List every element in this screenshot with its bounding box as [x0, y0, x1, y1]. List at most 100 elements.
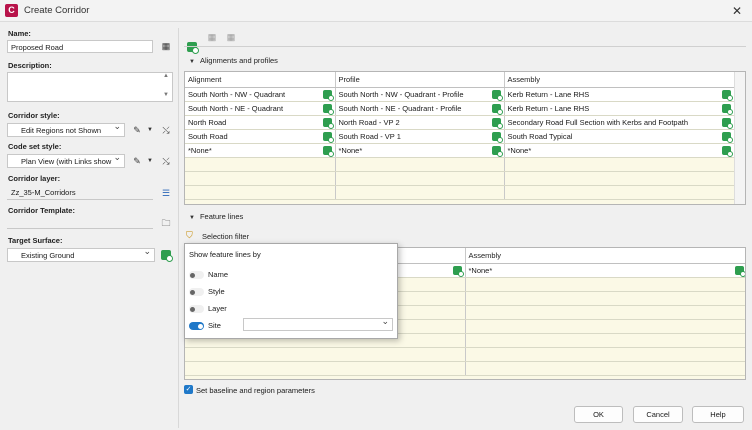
popup-title: Show feature lines by: [189, 250, 261, 259]
show-feature-lines-popup: Show feature lines by Name Style Layer S…: [184, 243, 398, 339]
alignment-cell[interactable]: South North - NW - Quadrant: [185, 87, 336, 102]
profile-cell[interactable]: South Road - VP 1: [335, 129, 505, 144]
panel-separator: [178, 28, 179, 428]
target-surface-label: Target Surface:: [8, 236, 63, 245]
cancel-button[interactable]: Cancel: [633, 406, 683, 423]
close-icon[interactable]: ✕: [728, 3, 746, 19]
pick-fl-assembly-icon[interactable]: [734, 265, 745, 276]
title-bar: [0, 0, 752, 22]
column-header-fl-assembly[interactable]: Assembly: [465, 248, 745, 264]
site-select[interactable]: [243, 318, 393, 331]
description-scroll-down-icon[interactable]: ▼: [163, 92, 169, 98]
radio-style[interactable]: [189, 288, 204, 297]
pick-alignment-icon[interactable]: [322, 103, 334, 114]
layer-icon[interactable]: ☰: [159, 186, 173, 200]
alignments-scrollbar[interactable]: [734, 72, 745, 204]
pick-surface-icon[interactable]: [161, 250, 173, 262]
alignment-cell[interactable]: South Road: [185, 129, 336, 144]
radio-layer[interactable]: [189, 305, 204, 314]
target-surface-select[interactable]: Existing Ground: [7, 248, 155, 262]
assembly-cell[interactable]: Kerb Return - Lane RHS: [504, 101, 735, 116]
pick-feature-line-icon[interactable]: [452, 265, 464, 276]
corridor-layer-value: Zz_35-M_Corridors: [11, 188, 76, 197]
edit-code-set-icon[interactable]: ✎: [130, 154, 144, 168]
option-layer[interactable]: Layer: [189, 304, 227, 314]
profile-cell[interactable]: North Road - VP 2: [335, 115, 505, 130]
profile-cell[interactable]: South North - NW - Quadrant - Profile: [335, 87, 505, 102]
code-set-style-value: Plan View (with Links show: [21, 157, 112, 166]
help-button[interactable]: Help: [692, 406, 744, 423]
pick-alignment-icon[interactable]: [322, 117, 334, 128]
selection-filter-label[interactable]: Selection filter: [202, 232, 249, 241]
pick-profile-icon[interactable]: [491, 103, 503, 114]
profile-cell[interactable]: South North - NE - Quadrant - Profile: [335, 101, 505, 116]
pick-assembly-icon[interactable]: [721, 117, 733, 128]
description-label: Description:: [8, 61, 52, 70]
alignment-cell[interactable]: *None*: [185, 143, 336, 158]
alignments-grid: Alignment Profile Assembly South North -…: [184, 71, 746, 205]
option-site[interactable]: Site: [189, 321, 221, 331]
pick-profile-icon[interactable]: [491, 131, 503, 142]
add-baseline-icon[interactable]: [187, 42, 199, 54]
pick-code-set-icon[interactable]: ⤯: [159, 154, 173, 168]
description-input[interactable]: [7, 72, 173, 102]
alignments-section-header[interactable]: ▼ Alignments and profiles: [189, 56, 278, 65]
assembly-cell[interactable]: Secondary Road Full Section with Kerbs a…: [504, 115, 735, 130]
corridor-style-select[interactable]: Edit Regions not Shown: [7, 123, 125, 137]
corridor-template-label: Corridor Template:: [8, 206, 75, 215]
edit-style-icon[interactable]: ✎: [130, 123, 144, 137]
folder-icon[interactable]: 🗀: [159, 216, 173, 230]
pick-profile-icon[interactable]: [491, 145, 503, 156]
column-header-profile[interactable]: Profile: [335, 72, 505, 88]
code-set-style-select[interactable]: Plan View (with Links show: [7, 154, 125, 168]
radio-name[interactable]: [189, 271, 204, 280]
corridor-layer-label: Corridor layer:: [8, 174, 61, 183]
table-row[interactable]: North Road North Road - VP 2 Secondary R…: [185, 115, 735, 130]
baseline-label: Set baseline and region parameters: [196, 386, 315, 395]
pick-alignment-icon[interactable]: [322, 131, 334, 142]
filter-icon[interactable]: ⛉: [186, 230, 193, 241]
fl-assembly-cell[interactable]: *None*: [465, 263, 745, 278]
table-row[interactable]: South North - NE - Quadrant South North …: [185, 101, 735, 116]
feature-lines-section-header[interactable]: ▼ Feature lines: [189, 212, 243, 221]
baseline-checkbox[interactable]: ✓: [184, 385, 193, 394]
table-row[interactable]: South North - NW - Quadrant South North …: [185, 87, 735, 102]
alignment-cell[interactable]: South North - NE - Quadrant: [185, 101, 336, 116]
pick-assembly-icon[interactable]: [721, 89, 733, 100]
app-icon: C: [5, 4, 18, 17]
pick-style-icon[interactable]: ⤯: [159, 123, 173, 137]
ok-button[interactable]: OK: [574, 406, 623, 423]
profile-cell[interactable]: *None*: [335, 143, 505, 158]
table-row[interactable]: *None* *None* *None*: [185, 143, 735, 158]
pick-assembly-icon[interactable]: [721, 145, 733, 156]
assembly-cell[interactable]: *None*: [504, 143, 735, 158]
assembly-cell[interactable]: Kerb Return - Lane RHS: [504, 87, 735, 102]
column-header-assembly[interactable]: Assembly: [504, 72, 735, 88]
style-menu-icon[interactable]: ▼: [143, 123, 157, 137]
remove-region-icon[interactable]: ▦: [224, 30, 238, 44]
assembly-cell[interactable]: South Road Typical: [504, 129, 735, 144]
code-set-menu-icon[interactable]: ▼: [143, 154, 157, 168]
window-title: Create Corridor: [24, 5, 90, 16]
target-surface-value: Existing Ground: [21, 251, 75, 260]
option-name[interactable]: Name: [189, 270, 228, 280]
pick-assembly-icon[interactable]: [721, 103, 733, 114]
column-header-alignment[interactable]: Alignment: [185, 72, 336, 88]
name-input[interactable]: Proposed Road: [7, 40, 153, 53]
add-region-icon[interactable]: ▦: [205, 30, 219, 44]
option-style[interactable]: Style: [189, 287, 225, 297]
corridor-layer-underline: [7, 199, 153, 200]
pick-alignment-icon[interactable]: [322, 89, 334, 100]
table-row[interactable]: South Road South Road - VP 1 South Road …: [185, 129, 735, 144]
name-template-icon[interactable]: ▦: [159, 39, 173, 53]
alignment-cell[interactable]: North Road: [185, 115, 336, 130]
toolbar-divider: [184, 46, 746, 47]
corridor-style-value: Edit Regions not Shown: [21, 126, 102, 135]
alignments-section-label: Alignments and profiles: [199, 56, 278, 65]
pick-profile-icon[interactable]: [491, 117, 503, 128]
pick-assembly-icon[interactable]: [721, 131, 733, 142]
pick-profile-icon[interactable]: [491, 89, 503, 100]
pick-alignment-icon[interactable]: [322, 145, 334, 156]
description-scroll-up-icon[interactable]: ▲: [163, 73, 169, 79]
toggle-site[interactable]: [189, 322, 204, 331]
